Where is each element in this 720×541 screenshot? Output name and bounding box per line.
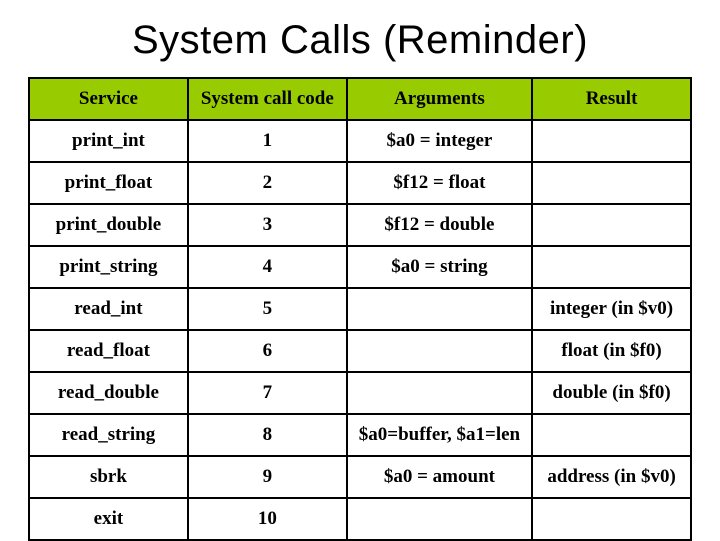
cell-code: 10: [188, 498, 347, 540]
col-header-service: Service: [29, 78, 188, 120]
cell-args: $f12 = double: [347, 204, 532, 246]
cell-code: 9: [188, 456, 347, 498]
cell-service: sbrk: [29, 456, 188, 498]
cell-args: [347, 498, 532, 540]
cell-code: 6: [188, 330, 347, 372]
cell-args: $a0 = amount: [347, 456, 532, 498]
cell-service: print_int: [29, 120, 188, 162]
cell-code: 8: [188, 414, 347, 456]
table-row: exit 10: [29, 498, 691, 540]
syscall-table: Service System call code Arguments Resul…: [28, 77, 692, 541]
cell-code: 4: [188, 246, 347, 288]
cell-service: read_int: [29, 288, 188, 330]
table-row: read_int 5 integer (in $v0): [29, 288, 691, 330]
cell-args: $a0 = string: [347, 246, 532, 288]
cell-service: read_double: [29, 372, 188, 414]
cell-code: 1: [188, 120, 347, 162]
cell-args: $f12 = float: [347, 162, 532, 204]
cell-code: 3: [188, 204, 347, 246]
cell-result: [532, 414, 691, 456]
cell-args: [347, 372, 532, 414]
cell-result: [532, 162, 691, 204]
cell-result: float (in $f0): [532, 330, 691, 372]
cell-result: double (in $f0): [532, 372, 691, 414]
cell-service: print_double: [29, 204, 188, 246]
table-row: read_double 7 double (in $f0): [29, 372, 691, 414]
cell-result: address (in $v0): [532, 456, 691, 498]
cell-args: [347, 330, 532, 372]
table-row: print_string 4 $a0 = string: [29, 246, 691, 288]
cell-service: print_float: [29, 162, 188, 204]
col-header-result: Result: [532, 78, 691, 120]
page-title: System Calls (Reminder): [28, 18, 692, 63]
cell-result: [532, 204, 691, 246]
table-row: print_float 2 $f12 = float: [29, 162, 691, 204]
cell-result: integer (in $v0): [532, 288, 691, 330]
table-header-row: Service System call code Arguments Resul…: [29, 78, 691, 120]
table-row: print_double 3 $f12 = double: [29, 204, 691, 246]
table-row: sbrk 9 $a0 = amount address (in $v0): [29, 456, 691, 498]
cell-result: [532, 498, 691, 540]
cell-code: 7: [188, 372, 347, 414]
col-header-code: System call code: [188, 78, 347, 120]
cell-args: $a0 = integer: [347, 120, 532, 162]
table-row: read_string 8 $a0=buffer, $a1=len: [29, 414, 691, 456]
cell-service: read_string: [29, 414, 188, 456]
cell-args: [347, 288, 532, 330]
col-header-args: Arguments: [347, 78, 532, 120]
cell-args: $a0=buffer, $a1=len: [347, 414, 532, 456]
cell-result: [532, 120, 691, 162]
cell-code: 2: [188, 162, 347, 204]
table-row: print_int 1 $a0 = integer: [29, 120, 691, 162]
cell-service: exit: [29, 498, 188, 540]
cell-service: read_float: [29, 330, 188, 372]
cell-service: print_string: [29, 246, 188, 288]
cell-code: 5: [188, 288, 347, 330]
slide: System Calls (Reminder) Service System c…: [0, 0, 720, 540]
cell-result: [532, 246, 691, 288]
table-row: read_float 6 float (in $f0): [29, 330, 691, 372]
